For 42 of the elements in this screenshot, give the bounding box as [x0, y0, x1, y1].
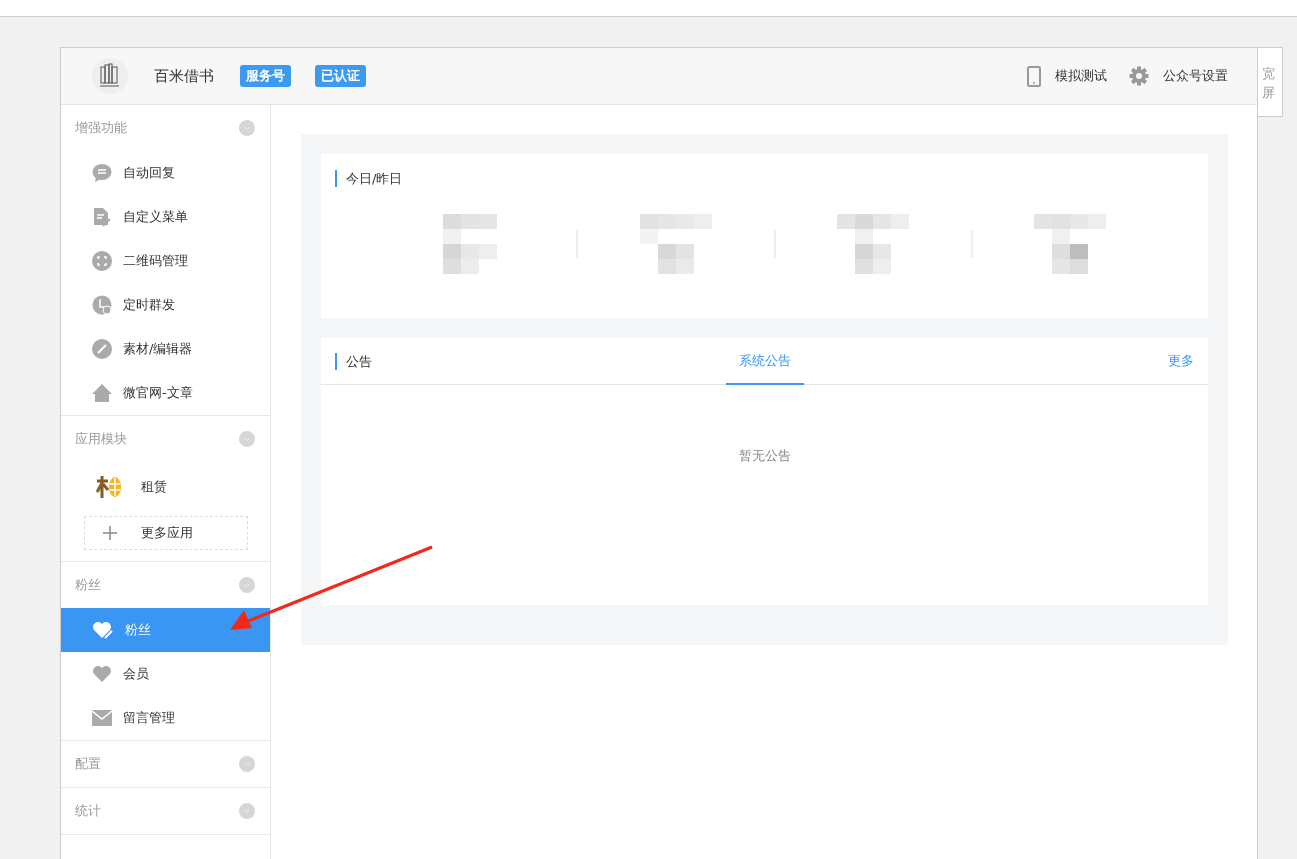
- section-title: 增强功能: [75, 119, 127, 137]
- sidebar-item[interactable]: 微官网-文章: [61, 371, 270, 415]
- section-title: 统计: [75, 802, 101, 820]
- sidebar-item[interactable]: 租赁: [61, 462, 270, 512]
- logo-icon: [92, 58, 128, 94]
- qr-code-icon: [92, 251, 112, 271]
- more-apps-button[interactable]: 更多应用: [84, 516, 248, 550]
- collapse-icon[interactable]: [239, 577, 255, 593]
- preview-link[interactable]: 模拟测试: [1027, 65, 1107, 87]
- section-title: 应用模块: [75, 430, 127, 448]
- sidebar-item[interactable]: 会员: [61, 652, 270, 696]
- chat-icon: [92, 163, 112, 183]
- collapse-icon[interactable]: [239, 120, 255, 136]
- collapse-icon[interactable]: [239, 756, 255, 772]
- document-icon: [92, 207, 112, 227]
- sidebar-item[interactable]: 留言管理: [61, 696, 270, 740]
- phone-icon: [1027, 65, 1041, 87]
- sidebar-item[interactable]: 自定义菜单: [61, 195, 270, 239]
- empty-message: 暂无公告: [737, 447, 792, 465]
- plus-icon: [103, 526, 117, 540]
- settings-icon: [1129, 66, 1149, 86]
- account-badge: 已认证: [315, 65, 366, 87]
- account-badge: 服务号: [240, 65, 291, 87]
- pencil-icon: [92, 339, 112, 359]
- heart-icon: [92, 665, 112, 683]
- sidebar-item[interactable]: 定时群发: [61, 283, 270, 327]
- clock-icon: [92, 295, 112, 315]
- sidebar-item[interactable]: 素材/编辑器: [61, 327, 270, 371]
- settings-link[interactable]: 公众号设置: [1129, 66, 1228, 86]
- collapse-icon[interactable]: [239, 803, 255, 819]
- card-title: 今日/昨日: [335, 170, 1208, 187]
- account-name: 百米借书: [154, 66, 214, 86]
- sidebar-item[interactable]: 二维码管理: [61, 239, 270, 283]
- heart-icon: [92, 620, 114, 640]
- section-title: 粉丝: [75, 576, 101, 594]
- section-title: 配置: [75, 755, 101, 773]
- app-icon: [95, 474, 123, 500]
- mail-icon: [92, 710, 112, 726]
- home-icon: [92, 383, 112, 403]
- collapse-icon[interactable]: [239, 431, 255, 447]
- sidebar-item[interactable]: 自动回复: [61, 151, 270, 195]
- card-title: 公告: [335, 352, 372, 370]
